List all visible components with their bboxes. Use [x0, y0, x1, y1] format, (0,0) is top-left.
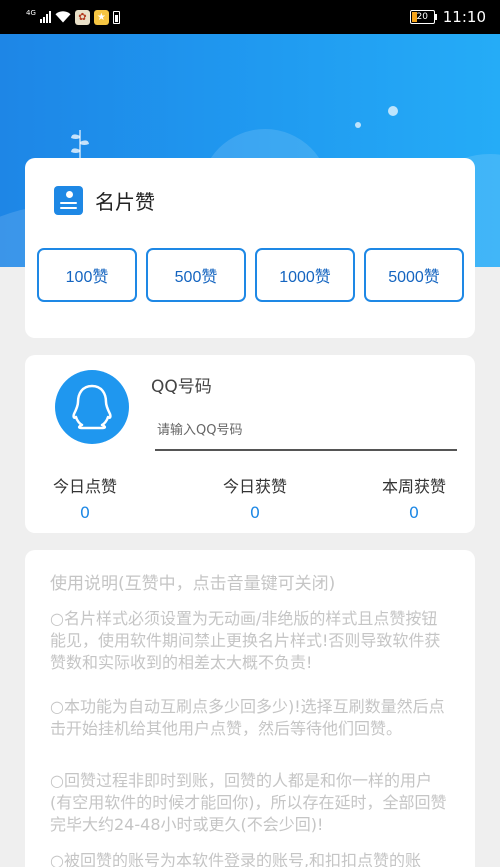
instruction-paragraph: ○名片样式必须设置为无动画/非绝版的样式且点赞按钮能见，使用软件期间禁止更换名片…: [50, 609, 441, 672]
qq-penguin-icon: [55, 370, 129, 444]
like-amount-buttons: 100赞 500赞 1000赞 5000赞: [37, 248, 464, 302]
instructions-title: 使用说明(互赞中，点击音量键可关闭): [50, 574, 336, 594]
status-bar: 4G ✿ ★ 20 11:10: [0, 0, 500, 34]
network-type: 4G: [26, 8, 36, 17]
qq-number-label: QQ号码: [151, 377, 212, 397]
instruction-paragraph: ○被回赞的账号为本软件登录的账号,和扣扣点赞的账: [50, 851, 422, 867]
name-card-panel: 名片赞 100赞 500赞 1000赞 5000赞: [25, 158, 475, 338]
clock: 11:10: [442, 8, 486, 26]
battery-icon: 20: [409, 10, 437, 24]
battery-level: 20: [416, 12, 428, 22]
instruction-paragraph: ○回赞过程非即时到账，回赞的人都是和你一样的用户(有空用软件的时候才能回你)，所…: [50, 771, 447, 834]
name-card-header: 名片赞: [54, 186, 155, 215]
stat-value: 0: [408, 503, 420, 522]
like-5000-button[interactable]: 5000赞: [364, 248, 464, 302]
week-received-stat: 本周获赞 0: [354, 473, 474, 522]
today-likes-stat: 今日点赞 0: [25, 473, 145, 522]
stat-value: 0: [79, 503, 91, 522]
app-icon-1: ✿: [74, 9, 90, 25]
like-500-button[interactable]: 500赞: [146, 248, 246, 302]
phone-battery-icon: [112, 10, 120, 24]
card-icon: [54, 186, 83, 215]
wifi-icon: [55, 11, 71, 23]
name-card-title: 名片赞: [95, 190, 155, 214]
stat-value: 0: [249, 503, 261, 522]
today-received-stat: 今日获赞 0: [195, 473, 315, 522]
stat-label: 今日获赞: [222, 477, 287, 496]
qq-panel: QQ号码 今日点赞 0 今日获赞 0 本周获赞 0: [25, 355, 475, 533]
like-100-button[interactable]: 100赞: [37, 248, 137, 302]
instruction-paragraph: ○本功能为自动互刷点多少回多少)!选择互刷数量然后点击开始挂机给其他用户点赞，然…: [50, 697, 445, 738]
like-1000-button[interactable]: 1000赞: [255, 248, 355, 302]
qq-number-input[interactable]: [155, 411, 457, 451]
instructions-panel: 使用说明(互赞中，点击音量键可关闭) ○名片样式必须设置为无动画/非绝版的样式且…: [25, 550, 475, 867]
signal-icon: [39, 11, 51, 23]
app-icon-2: ★: [93, 9, 109, 25]
stat-label: 今日点赞: [52, 477, 117, 496]
stat-label: 本周获赞: [381, 477, 446, 496]
